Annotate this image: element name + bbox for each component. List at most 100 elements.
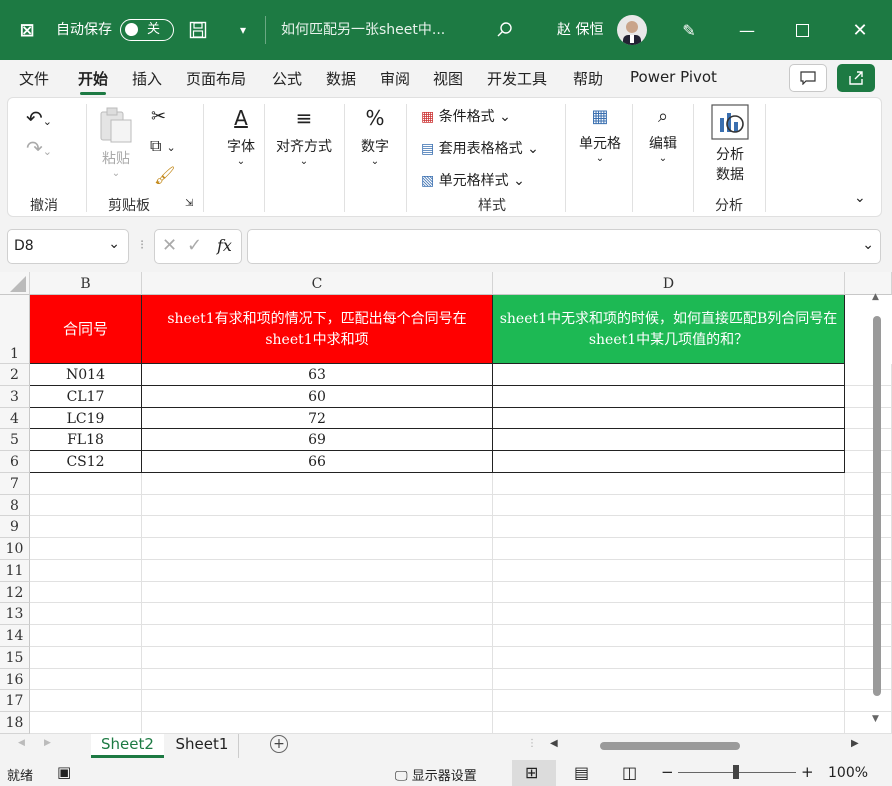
accessibility-icon[interactable]: ▣	[57, 763, 71, 781]
cell-d11[interactable]	[493, 559, 845, 582]
cell-d15[interactable]	[493, 646, 845, 669]
share-button[interactable]	[837, 64, 875, 92]
cell-c6[interactable]: 66	[142, 451, 493, 473]
menu-page-layout[interactable]: 页面布局	[186, 68, 246, 89]
vertical-scroll-thumb[interactable]	[873, 316, 881, 696]
cell-b15[interactable]	[30, 646, 142, 669]
page-break-view-icon[interactable]: ◫	[622, 763, 637, 782]
cells-button[interactable]: ▦ 单元格 ⌄	[576, 106, 624, 164]
cell-b1[interactable]: 合同号	[30, 295, 142, 364]
cell-b2[interactable]: N014	[30, 364, 142, 386]
pen-icon[interactable]: ✎	[677, 18, 701, 42]
cell-b18[interactable]	[30, 712, 142, 734]
cell-d1[interactable]: sheet1中无求和项的时候，如何直接匹配B列合同号在sheet1中某几项值的和…	[493, 295, 845, 364]
row-header[interactable]: 9	[0, 516, 30, 539]
zoom-in-icon[interactable]: +	[801, 763, 814, 781]
column-header-e[interactable]	[845, 272, 892, 295]
cell-b9[interactable]	[30, 516, 142, 539]
row-header[interactable]: 3	[0, 385, 30, 408]
row-header[interactable]: 10	[0, 538, 30, 560]
cell-b16[interactable]	[30, 668, 142, 691]
row-header[interactable]: 13	[0, 603, 30, 626]
align-button[interactable]: ≡ 对齐方式 ⌄	[273, 106, 335, 167]
row-header[interactable]: 5	[0, 429, 30, 452]
scroll-right-icon[interactable]: ▶	[851, 738, 859, 749]
row-header[interactable]: 15	[0, 646, 30, 669]
cell-c17[interactable]	[142, 690, 493, 713]
number-button[interactable]: % 数字 ⌄	[358, 106, 392, 167]
row-header[interactable]: 16	[0, 668, 30, 691]
cell-styles-button[interactable]: ▧ 单元格样式 ⌄	[421, 170, 525, 190]
format-as-table-button[interactable]: ▤ 套用表格格式 ⌄	[421, 138, 539, 158]
copy-icon[interactable]: ⧉ ⌄	[150, 136, 176, 156]
display-settings-button[interactable]: 🖵 显示器设置	[395, 765, 477, 784]
cell-d18[interactable]	[493, 712, 845, 734]
cell-c14[interactable]	[142, 625, 493, 647]
tab-sheet1[interactable]: Sheet1	[166, 734, 239, 758]
vertical-scrollbar[interactable]: ▲ ▼	[868, 292, 886, 734]
tab-prev-icon[interactable]: ◀	[18, 738, 25, 748]
formula-input[interactable]: ⌄	[247, 229, 881, 264]
cell-d3[interactable]	[493, 385, 845, 408]
row-header[interactable]: 12	[0, 581, 30, 604]
user-name[interactable]: 赵 保恒	[557, 0, 603, 60]
row-header[interactable]: 6	[0, 451, 30, 473]
zoom-level[interactable]: 100%	[828, 765, 868, 781]
paste-button[interactable]: 粘贴 ⌄	[99, 106, 133, 179]
maximize-icon[interactable]	[790, 18, 814, 42]
cell-b3[interactable]: CL17	[30, 385, 142, 408]
add-sheet-icon[interactable]: +	[270, 735, 288, 753]
cell-c16[interactable]	[142, 668, 493, 691]
search-icon[interactable]	[493, 18, 517, 42]
cell-d14[interactable]	[493, 625, 845, 647]
menu-help[interactable]: 帮助	[573, 68, 603, 89]
zoom-slider-thumb[interactable]	[733, 765, 739, 779]
autosave-toggle[interactable]: 关	[120, 19, 174, 41]
cell-b13[interactable]	[30, 603, 142, 626]
format-painter-icon[interactable]: 🖌	[154, 166, 176, 186]
row-header[interactable]: 8	[0, 494, 30, 517]
cell-c7[interactable]	[142, 472, 493, 495]
cell-b10[interactable]	[30, 538, 142, 560]
confirm-entry-icon[interactable]: ✓	[187, 235, 202, 256]
insert-function-icon[interactable]: fx	[217, 236, 232, 255]
scroll-left-icon[interactable]: ◀	[550, 738, 558, 749]
undo-icon[interactable]: ↶⌄	[26, 106, 52, 130]
cell-b5[interactable]: FL18	[30, 429, 142, 452]
cell-c11[interactable]	[142, 559, 493, 582]
save-icon[interactable]	[186, 18, 210, 42]
cell-d10[interactable]	[493, 538, 845, 560]
menu-review[interactable]: 审阅	[380, 68, 410, 89]
cell-b14[interactable]	[30, 625, 142, 647]
column-header-c[interactable]: C	[142, 272, 493, 295]
expand-formula-icon[interactable]: ⌄	[862, 237, 874, 253]
font-button[interactable]: A 字体 ⌄	[217, 106, 265, 167]
cell-c12[interactable]	[142, 581, 493, 604]
horizontal-scroll-thumb[interactable]	[600, 742, 740, 750]
analyze-data-button[interactable]: 分析 数据	[708, 104, 752, 184]
cell-b8[interactable]	[30, 494, 142, 517]
cell-d4[interactable]	[493, 407, 845, 430]
cell-b11[interactable]	[30, 559, 142, 582]
clipboard-launcher-icon[interactable]: ⇲	[185, 198, 193, 209]
zoom-out-icon[interactable]: −	[661, 763, 674, 781]
cell-b17[interactable]	[30, 690, 142, 713]
redo-icon[interactable]: ↷⌄	[26, 136, 52, 160]
cell-b4[interactable]: LC19	[30, 407, 142, 430]
cell-c15[interactable]	[142, 646, 493, 669]
row-header[interactable]: 18	[0, 712, 30, 734]
menu-formulas[interactable]: 公式	[272, 68, 302, 89]
close-icon[interactable]: ✕	[848, 18, 872, 42]
row-header[interactable]: 2	[0, 364, 30, 386]
page-layout-view-icon[interactable]: ▤	[574, 763, 589, 782]
menu-data[interactable]: 数据	[326, 68, 356, 89]
cell-d12[interactable]	[493, 581, 845, 604]
cell-d7[interactable]	[493, 472, 845, 495]
cell-c2[interactable]: 63	[142, 364, 493, 386]
cell-c3[interactable]: 60	[142, 385, 493, 408]
edit-button[interactable]: ⌕ 编辑 ⌄	[646, 106, 680, 164]
comments-button[interactable]	[789, 64, 827, 92]
cell-c4[interactable]: 72	[142, 407, 493, 430]
cell-c1[interactable]: sheet1有求和项的情况下，匹配出每个合同号在sheet1中求和项	[142, 295, 493, 364]
menu-view[interactable]: 视图	[433, 68, 463, 89]
